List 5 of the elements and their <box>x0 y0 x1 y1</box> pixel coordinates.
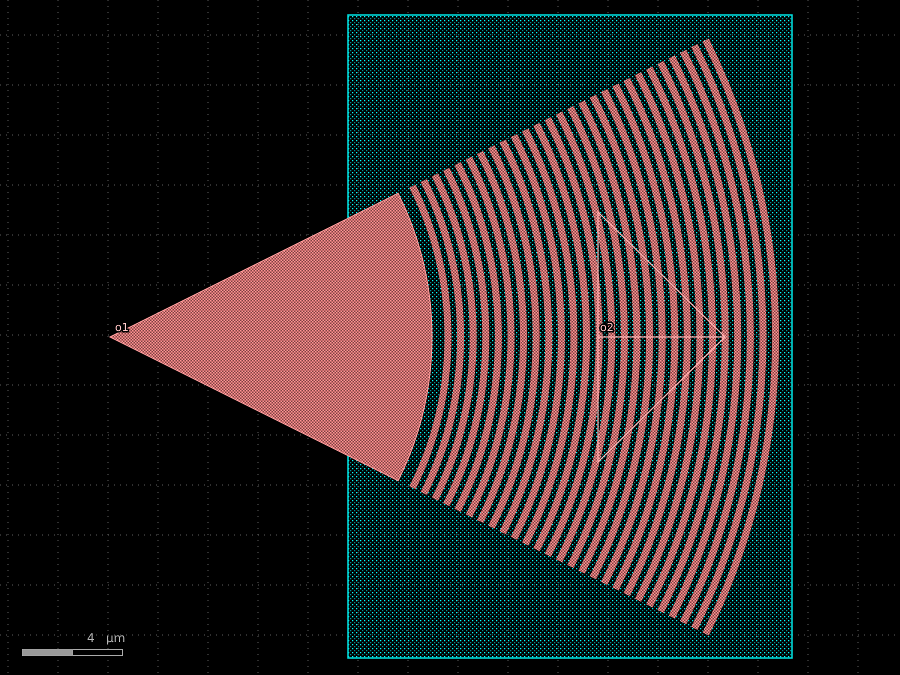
scale-value: 4 <box>87 631 95 645</box>
port-label: o1 <box>115 321 129 334</box>
port-arrow-icon <box>597 210 726 464</box>
port-label: o2 <box>600 321 614 334</box>
scale-unit: μm <box>106 631 126 645</box>
